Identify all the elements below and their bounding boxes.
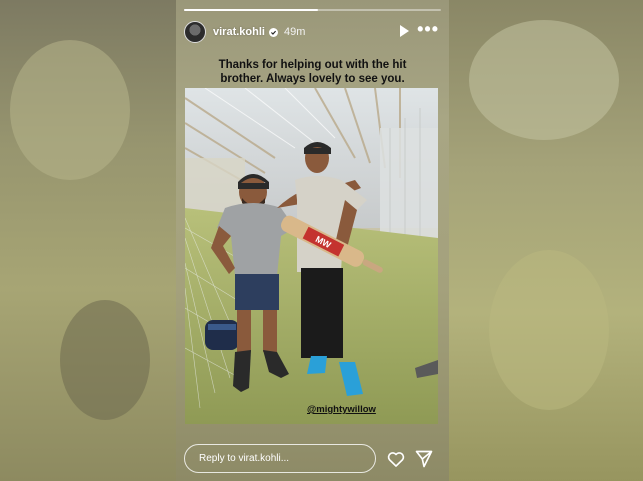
background-blur-shape [469, 20, 619, 140]
avatar[interactable] [184, 21, 206, 43]
background-blur-shape [60, 300, 150, 420]
story-header: virat.kohli 49m ••• [184, 20, 441, 44]
story-progress-fill [184, 9, 318, 11]
verified-badge-icon [268, 27, 278, 37]
story-progress-bar [184, 9, 441, 11]
heart-icon[interactable] [386, 449, 406, 469]
reply-input[interactable]: Reply to virat.kohli... [184, 444, 376, 473]
story-photo[interactable]: MW [185, 88, 438, 424]
play-icon[interactable] [400, 25, 409, 37]
caption-line: Thanks for helping out with the hit [218, 59, 407, 71]
blurred-background-left [0, 0, 176, 481]
background-blur-shape [10, 40, 130, 180]
background-blur-shape [489, 250, 609, 410]
more-options-icon[interactable]: ••• [417, 20, 439, 38]
blurred-background-right [449, 0, 643, 481]
mention-tag[interactable]: @mightywillow [307, 404, 376, 415]
caption-line: brother. Always lovely to see you. [220, 73, 405, 85]
post-time: 49m [283, 26, 306, 38]
story-photo-illustration: MW [185, 88, 438, 424]
story-viewer[interactable]: virat.kohli 49m ••• Thanks for helping o… [176, 0, 449, 481]
send-icon[interactable] [414, 449, 434, 469]
username[interactable]: virat.kohli [213, 26, 265, 38]
story-caption: Thanks for helping out with the hit brot… [196, 58, 429, 86]
